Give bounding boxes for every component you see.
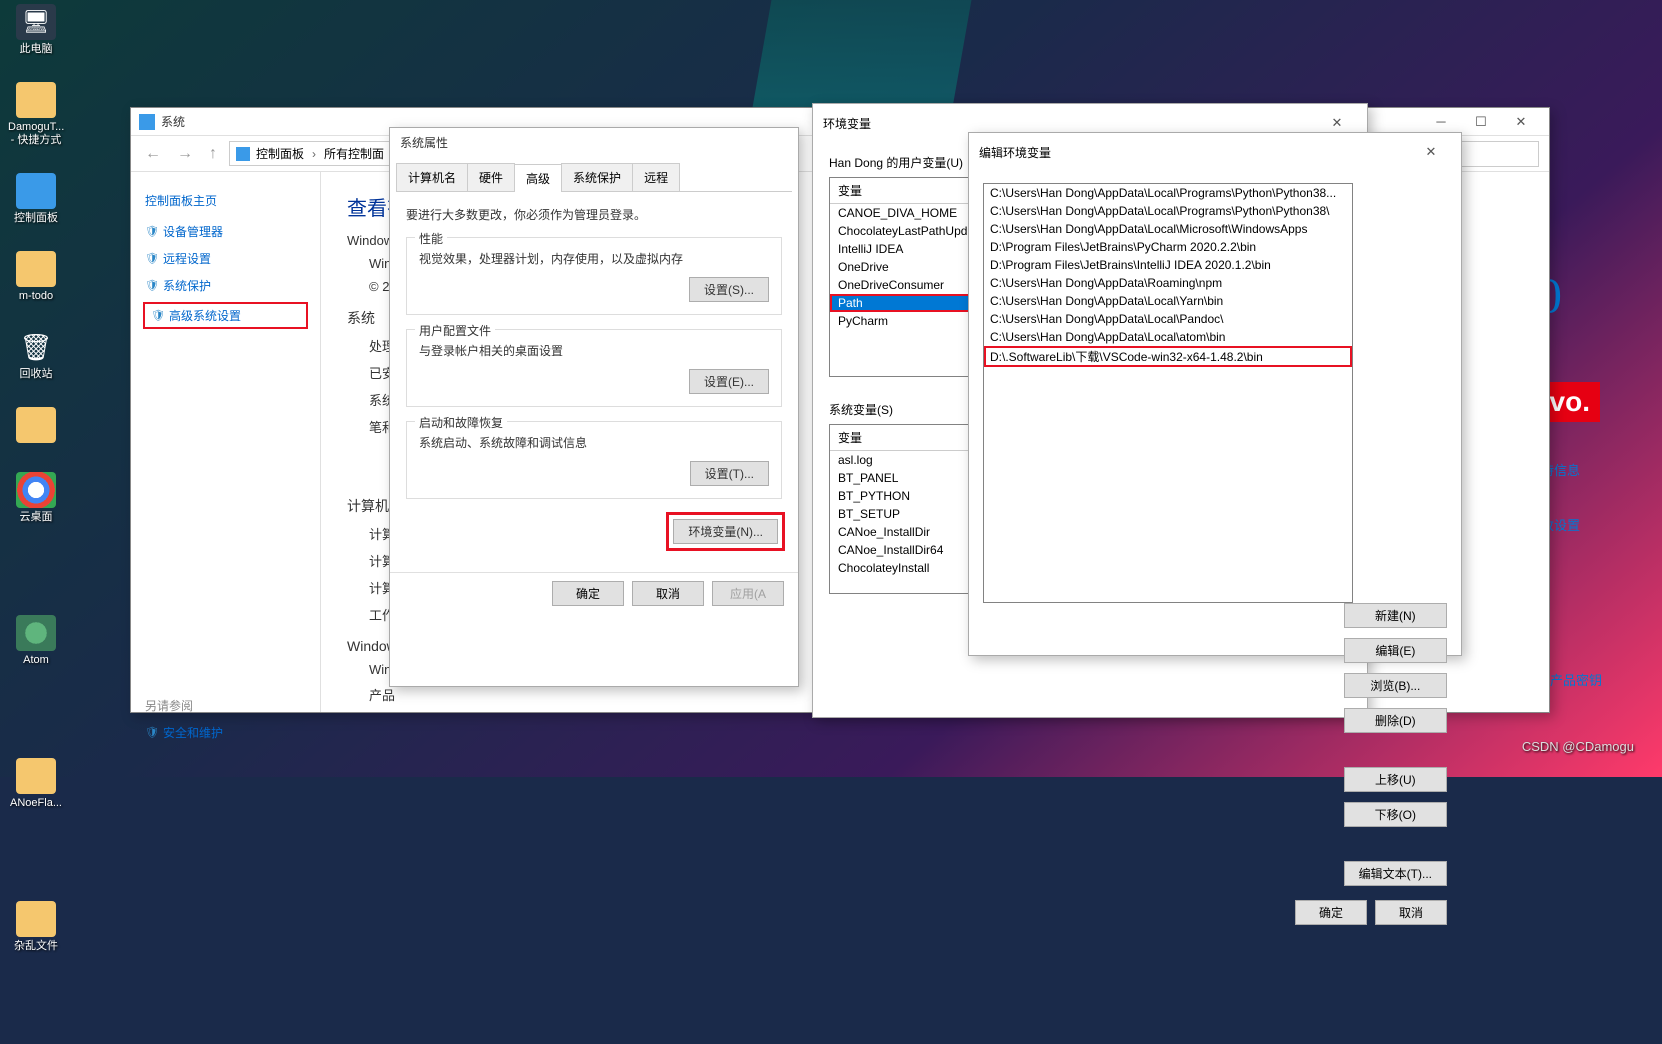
- path-row[interactable]: C:\Users\Han Dong\AppData\Local\Programs…: [984, 184, 1352, 202]
- editenv-titlebar[interactable]: 编辑环境变量 ✕: [969, 133, 1461, 171]
- browse-button[interactable]: 浏览(B)...: [1344, 673, 1447, 698]
- desktop-icon[interactable]: 云桌面: [8, 472, 64, 524]
- edittext-button[interactable]: 编辑文本(T)...: [1344, 861, 1447, 886]
- perf-fieldset: 性能 视觉效果，处理器计划，内存使用，以及虚拟内存 设置(S)...: [406, 237, 782, 315]
- close-button[interactable]: ✕: [1501, 109, 1541, 135]
- desktop-icon[interactable]: 控制面板: [8, 173, 64, 225]
- sysprops-title[interactable]: 系统属性: [390, 128, 798, 157]
- sysprops-intro: 要进行大多数更改，你必须作为管理员登录。: [406, 206, 782, 223]
- startup-settings-button[interactable]: 设置(T)...: [690, 461, 769, 486]
- system-icon: [139, 114, 155, 130]
- sysprops-tab-1[interactable]: 硬件: [467, 163, 515, 191]
- breadcrumb-a[interactable]: 控制面板: [256, 145, 304, 162]
- perf-title: 性能: [415, 230, 447, 247]
- sidebar-item-remote[interactable]: 远程设置: [145, 250, 306, 267]
- desktop-icon[interactable]: 回收站: [8, 329, 64, 381]
- chevron-right-icon: [310, 147, 318, 161]
- edit-env-dialog: 编辑环境变量 ✕ C:\Users\Han Dong\AppData\Local…: [968, 132, 1462, 656]
- nav-back-icon[interactable]: ←: [141, 145, 165, 163]
- sidebar-item-protection[interactable]: 系统保护: [145, 277, 306, 294]
- maximize-button[interactable]: ☐: [1461, 109, 1501, 135]
- new-button[interactable]: 新建(N): [1344, 603, 1447, 628]
- path-list[interactable]: C:\Users\Han Dong\AppData\Local\Programs…: [983, 183, 1353, 603]
- sysprops-tabs: 计算机名硬件高级系统保护远程: [396, 163, 792, 192]
- editenv-cancel-button[interactable]: 取消: [1375, 900, 1447, 925]
- path-row[interactable]: D:\.SoftwareLib\下载\VSCode-win32-x64-1.48…: [984, 346, 1352, 367]
- desktop-icon[interactable]: 此电脑: [8, 4, 64, 56]
- sysprops-cancel-button[interactable]: 取消: [632, 581, 704, 606]
- edit-button[interactable]: 编辑(E): [1344, 638, 1447, 663]
- moveup-button[interactable]: 上移(U): [1344, 767, 1447, 792]
- sidebar-see-also: 另请参阅: [145, 697, 306, 714]
- breadcrumb-b[interactable]: 所有控制面: [324, 145, 384, 162]
- path-row[interactable]: C:\Users\Han Dong\AppData\Local\Microsof…: [984, 220, 1352, 238]
- userprofiles-desc: 与登录帐户相关的桌面设置: [419, 342, 769, 359]
- sysprops-tab-2[interactable]: 高级: [514, 164, 562, 192]
- sidebar-header[interactable]: 控制面板主页: [145, 192, 306, 209]
- desktop-icons: 此电脑 DamoguT...- 快捷方式控制面板 m-todo 回收站云桌面 Atom A…: [8, 4, 122, 1044]
- desktop-icon[interactable]: DamoguT...- 快捷方式: [8, 82, 64, 147]
- editenv-ok-button[interactable]: 确定: [1295, 900, 1367, 925]
- sysprops-apply-button: 应用(A: [712, 581, 784, 606]
- sidebar-item-advanced-settings[interactable]: 高级系统设置: [145, 304, 306, 327]
- path-row[interactable]: C:\Users\Han Dong\AppData\Local\Programs…: [984, 202, 1352, 220]
- sidebar-item-device-manager[interactable]: 设备管理器: [145, 223, 306, 240]
- desktop-icon[interactable]: Atom: [8, 615, 64, 667]
- userprofiles-title: 用户配置文件: [415, 322, 495, 339]
- path-row[interactable]: D:\Program Files\JetBrains\PyCharm 2020.…: [984, 238, 1352, 256]
- sidebar-item-security[interactable]: 安全和维护: [145, 724, 306, 741]
- editenv-close-button[interactable]: ✕: [1411, 139, 1451, 165]
- sysprops-tab-4[interactable]: 远程: [632, 163, 680, 191]
- path-row[interactable]: D:\Program Files\JetBrains\IntelliJ IDEA…: [984, 256, 1352, 274]
- watermark: CSDN @CDamogu: [1522, 739, 1634, 754]
- desktop-icon[interactable]: m-todo: [8, 251, 64, 303]
- movedown-button[interactable]: 下移(O): [1344, 802, 1447, 827]
- desktop-icon[interactable]: 杂乱文件: [8, 901, 64, 953]
- startup-fieldset: 启动和故障恢复 系统启动、系统故障和调试信息 设置(T)...: [406, 421, 782, 499]
- path-row[interactable]: C:\Users\Han Dong\AppData\Local\Pandoc\: [984, 310, 1352, 328]
- system-sidebar: 控制面板主页 设备管理器 远程设置 系统保护 高级系统设置 另请参阅 安全和维护: [131, 172, 321, 712]
- addr-icon: [236, 147, 250, 161]
- userprofiles-fieldset: 用户配置文件 与登录帐户相关的桌面设置 设置(E)...: [406, 329, 782, 407]
- address-bar[interactable]: 控制面板 所有控制面: [229, 141, 391, 166]
- startup-desc: 系统启动、系统故障和调试信息: [419, 434, 769, 451]
- editenv-title: 编辑环境变量: [979, 144, 1411, 161]
- sysprops-tab-0[interactable]: 计算机名: [396, 163, 468, 191]
- env-variables-button[interactable]: 环境变量(N)...: [673, 519, 778, 544]
- envvars-title: 环境变量: [823, 115, 1317, 132]
- sysprops-ok-button[interactable]: 确定: [552, 581, 624, 606]
- userprofiles-settings-button[interactable]: 设置(E)...: [689, 369, 769, 394]
- minimize-button[interactable]: ─: [1421, 109, 1461, 135]
- desktop-icon[interactable]: [8, 407, 64, 446]
- startup-title: 启动和故障恢复: [415, 414, 507, 431]
- perf-desc: 视觉效果，处理器计划，内存使用，以及虚拟内存: [419, 250, 769, 267]
- path-row[interactable]: C:\Users\Han Dong\AppData\Roaming\npm: [984, 274, 1352, 292]
- nav-forward-icon[interactable]: →: [173, 145, 197, 163]
- sysprops-tab-3[interactable]: 系统保护: [561, 163, 633, 191]
- desktop-icon[interactable]: ANoeFla...: [8, 758, 64, 810]
- perf-settings-button[interactable]: 设置(S)...: [689, 277, 769, 302]
- delete-button[interactable]: 删除(D): [1344, 708, 1447, 733]
- system-properties-dialog: 系统属性 计算机名硬件高级系统保护远程 要进行大多数更改，你必须作为管理员登录。…: [389, 127, 799, 687]
- nav-up-icon[interactable]: ↑: [205, 145, 221, 163]
- path-row[interactable]: C:\Users\Han Dong\AppData\Local\Yarn\bin: [984, 292, 1352, 310]
- path-row[interactable]: C:\Users\Han Dong\AppData\Local\atom\bin: [984, 328, 1352, 346]
